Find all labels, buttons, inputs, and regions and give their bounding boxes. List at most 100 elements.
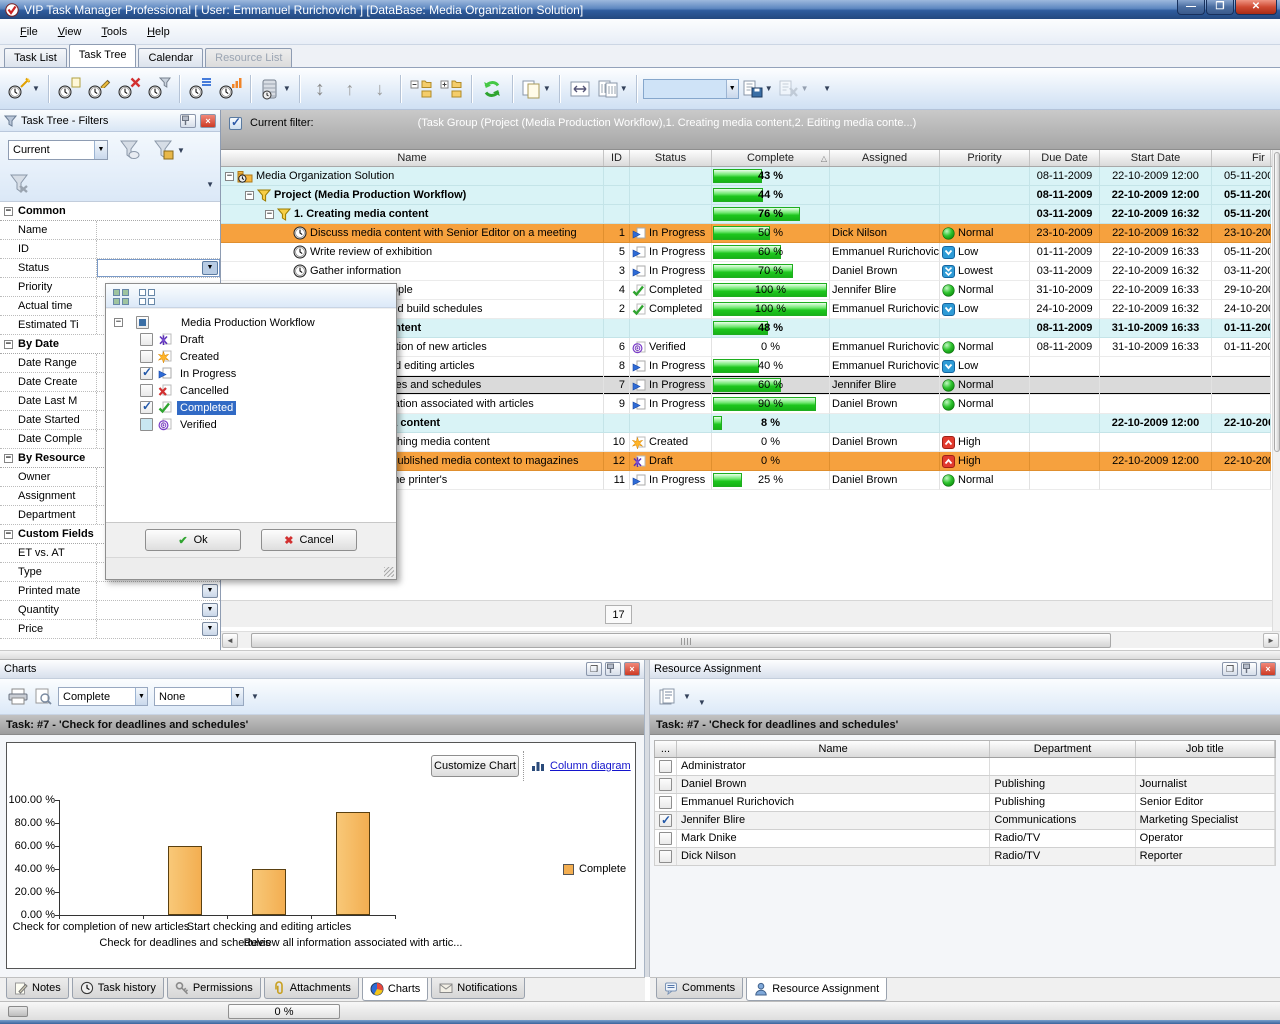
tab-calendar[interactable]: Calendar (138, 48, 203, 67)
column-header-status[interactable]: Status (630, 150, 712, 166)
task-row[interactable]: −Media Organization Solution43 %08-11-20… (221, 167, 1280, 186)
scroll-right-icon[interactable]: ► (1263, 633, 1279, 648)
check-all-icon[interactable] (111, 287, 131, 305)
checkbox[interactable] (140, 401, 153, 414)
tab-charts[interactable]: Charts (362, 978, 428, 1001)
ok-button[interactable]: ✔Ok (145, 529, 241, 551)
filter-field-quantity[interactable]: Quantity▼ (0, 601, 220, 620)
collapse-icon[interactable]: − (4, 340, 13, 349)
resource-column-department[interactable]: Department (990, 741, 1135, 757)
column-header-complete[interactable]: Complete△ (712, 150, 830, 166)
status-option-created[interactable]: Created (106, 348, 396, 365)
pin-icon[interactable] (180, 114, 196, 128)
toolbar-overflow-icon[interactable]: ▼ (698, 698, 706, 707)
customize-chart-button[interactable]: Customize Chart (431, 755, 519, 777)
tab-permissions[interactable]: Permissions (167, 978, 261, 999)
toolbar-overflow-icon[interactable]: ▼ (205, 180, 214, 189)
chevron-down-icon[interactable]: ▼ (202, 261, 218, 275)
assign-checkbox[interactable] (659, 850, 672, 863)
restore-panel-icon[interactable]: ❐ (1222, 662, 1238, 676)
close-panel-icon[interactable]: × (1260, 662, 1276, 676)
chevron-down-icon[interactable]: ▼ (202, 584, 218, 598)
menu-file[interactable]: File (12, 23, 46, 41)
filter-field-price[interactable]: Price▼ (0, 620, 220, 639)
chevron-down-icon[interactable]: ▼ (94, 141, 107, 159)
filter-field-value[interactable]: ▼ (97, 620, 220, 638)
restore-panel-icon[interactable]: ❐ (586, 662, 602, 676)
delete-view-icon[interactable]: ▼ (777, 73, 811, 105)
print-icon[interactable] (8, 688, 28, 705)
toolbar-combo[interactable]: ▼ (643, 79, 739, 99)
move-down-icon[interactable]: ↓ (366, 73, 394, 105)
resource-row[interactable]: Jennifer BlireCommunicationsMarketing Sp… (654, 812, 1276, 830)
clear-filter-icon[interactable] (8, 172, 32, 196)
move-up-icon[interactable]: ↑ (336, 73, 364, 105)
column-header-assigned[interactable]: Assigned (830, 150, 940, 166)
filter-field-value[interactable] (97, 240, 220, 258)
filter-field-status[interactable]: Status▼ (0, 259, 220, 278)
expand-icon[interactable]: − (245, 191, 254, 200)
checkbox[interactable] (140, 333, 153, 346)
resource-column-job-title[interactable]: Job title (1136, 741, 1275, 757)
resource-row[interactable]: Administrator (654, 758, 1276, 776)
column-header-start-date[interactable]: Start Date (1100, 150, 1212, 166)
status-tree-root[interactable]: −Media Production Workflow (106, 314, 396, 331)
chevron-down-icon[interactable]: ▼ (202, 622, 218, 636)
status-option-verified[interactable]: Verified (106, 416, 396, 433)
delete-task-icon[interactable] (115, 73, 143, 105)
tab-resource-assignment[interactable]: Resource Assignment (746, 978, 887, 1001)
tab-task-tree[interactable]: Task Tree (69, 44, 137, 67)
close-button[interactable]: ✕ (1235, 0, 1277, 15)
new-task-icon[interactable]: ▼ (6, 73, 42, 105)
hscroll-thumb[interactable] (251, 633, 1111, 648)
status-option-draft[interactable]: Draft (106, 331, 396, 348)
filter-field-id[interactable]: ID (0, 240, 220, 259)
refresh-icon[interactable] (478, 73, 506, 105)
column-header-id[interactable]: ID (604, 150, 630, 166)
filter-field-value[interactable]: ▼ (97, 259, 220, 277)
toolbar-overflow-icon[interactable]: ▼ (813, 73, 841, 105)
chevron-down-icon[interactable]: ▼ (726, 80, 738, 98)
column-header-due-date[interactable]: Due Date (1030, 150, 1100, 166)
chart-value-combo[interactable]: Complete▼ (58, 687, 148, 706)
resource-column-[interactable]: ... (655, 741, 677, 757)
assign-checkbox[interactable] (659, 814, 672, 827)
task-details-icon[interactable] (186, 73, 214, 105)
save-filter-icon[interactable]: ▼ (152, 138, 185, 162)
tab-notifications[interactable]: Notifications (431, 978, 525, 999)
assign-checkbox[interactable] (659, 832, 672, 845)
resource-column-name[interactable]: Name (677, 741, 990, 757)
filter-field-name[interactable]: Name (0, 221, 220, 240)
expand-icon[interactable]: − (225, 172, 234, 181)
assign-checkbox[interactable] (659, 760, 672, 773)
uncheck-all-icon[interactable] (137, 287, 157, 305)
collapse-all-icon[interactable] (407, 73, 435, 105)
resize-rows-icon[interactable]: ↕ (306, 73, 334, 105)
edit-task-icon[interactable] (85, 73, 113, 105)
task-row[interactable]: Write review of exhibition5In Progress60… (221, 243, 1280, 262)
toolbar-overflow-icon[interactable]: ▼ (251, 692, 259, 701)
scroll-left-icon[interactable]: ◄ (222, 633, 238, 648)
duplicate-task-icon[interactable] (55, 73, 83, 105)
collapse-icon[interactable]: − (114, 318, 123, 327)
tab-comments[interactable]: Comments (656, 978, 743, 999)
checkbox[interactable] (140, 367, 153, 380)
status-option-completed[interactable]: Completed (106, 399, 396, 416)
apply-filter-icon[interactable] (118, 138, 142, 162)
menu-help[interactable]: Help (139, 23, 178, 41)
horizontal-scrollbar[interactable]: ◄ ► (221, 631, 1280, 648)
horizontal-splitter[interactable] (0, 650, 1280, 660)
tab-notes[interactable]: Notes (6, 978, 69, 999)
current-filter-checkbox[interactable] (229, 117, 242, 130)
assign-checkbox[interactable] (659, 796, 672, 809)
report-icon[interactable] (658, 688, 676, 706)
chart-group-combo[interactable]: None▼ (154, 687, 244, 706)
filter-field-printed-mate[interactable]: Printed mate▼ (0, 582, 220, 601)
menu-view[interactable]: View (50, 23, 90, 41)
filter-field-value[interactable]: ▼ (97, 601, 220, 619)
task-row[interactable]: Gather information3In Progress70 %Daniel… (221, 262, 1280, 281)
tab-attachments[interactable]: Attachments (264, 978, 359, 999)
filter-field-value[interactable] (97, 221, 220, 239)
chevron-down-icon[interactable]: ▼ (135, 688, 147, 705)
checkbox[interactable] (140, 418, 153, 431)
